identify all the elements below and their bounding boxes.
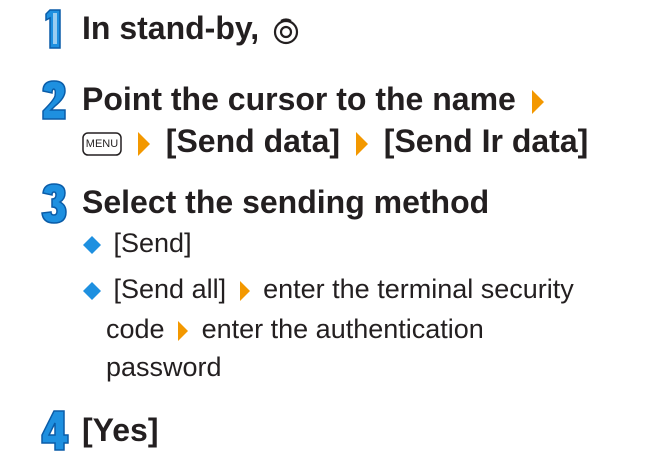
step-2-line-1: Point the cursor to the name	[82, 79, 545, 119]
step-number-1-icon	[45, 9, 61, 49]
arrow-right-icon	[355, 131, 368, 156]
step-3-title: Select the sending method	[82, 184, 490, 220]
step-4-text: [Yes]	[82, 412, 159, 448]
step-1-text: In stand-by,	[82, 10, 260, 46]
option-2-text-c: enter the authentication	[201, 314, 484, 344]
step-3-option-2-line-2: code enter the authentication	[106, 312, 484, 346]
arrow-right-icon	[137, 131, 150, 156]
menu-key-label: MENU	[85, 137, 119, 150]
arrow-right-icon	[239, 280, 250, 301]
arrow-right-icon	[531, 89, 544, 114]
send-ir-data-item: [Send Ir data]	[383, 123, 589, 159]
option-2-text-d: password	[106, 352, 222, 382]
option-2-text-a: enter the terminal security	[263, 274, 574, 304]
step-2-line-2: MENU [Send data] [Send Ir data]	[82, 121, 588, 161]
step-number-2-icon	[42, 80, 66, 120]
step-1-line: In stand-by,	[82, 8, 300, 48]
step-2-text: Point the cursor to the name	[82, 81, 516, 117]
send-option: [Send]	[113, 228, 192, 258]
send-data-item: [Send data]	[165, 123, 341, 159]
step-number-4-icon	[41, 410, 69, 451]
arrow-right-icon	[178, 320, 189, 341]
step-3-option-2-line-3: password	[106, 350, 222, 384]
diamond-bullet-icon	[83, 235, 101, 254]
step-3-option-2: [Send all] enter the terminal security	[82, 272, 574, 306]
diamond-bullet-icon	[83, 281, 101, 300]
dial-center-key-icon	[273, 17, 299, 44]
option-2-text-b: code	[106, 314, 165, 344]
menu-key-icon: MENU	[82, 131, 122, 157]
send-all-option: [Send all]	[113, 274, 227, 304]
step-number-3-icon	[41, 183, 67, 224]
step-3-option-1: [Send]	[82, 226, 192, 260]
